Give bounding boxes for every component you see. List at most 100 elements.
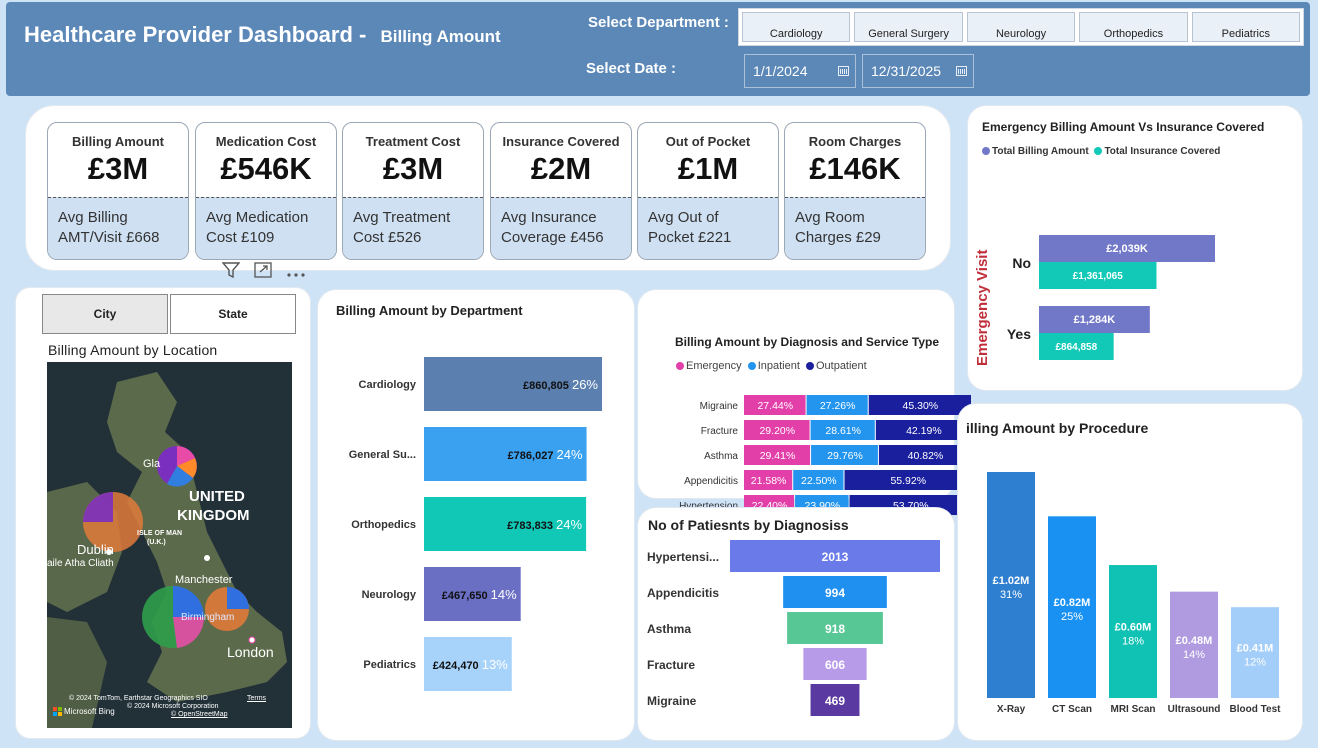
department-bar-chart: Cardiology £860,805 26% General Su... £786,… <box>349 357 602 691</box>
emergency-data-label: £1,361,065 <box>1073 271 1123 282</box>
service-segment-label: 28.61% <box>825 425 861 437</box>
procedure-category-label: Ultrasound <box>1168 704 1221 715</box>
calendar-icon[interactable] <box>956 66 967 76</box>
kpi-value: £1M <box>677 151 739 186</box>
funnel-data-label: 2013 <box>822 550 849 564</box>
map-label-dublin: Dublin <box>77 542 114 557</box>
filter-icon[interactable] <box>221 262 241 283</box>
page-title-main: Healthcare Provider Dashboard - <box>24 22 367 47</box>
calendar-icon[interactable] <box>838 66 849 76</box>
select-department-label: Select Department : <box>588 14 729 31</box>
emergency-category-label: No <box>1012 255 1031 271</box>
kpi-average: Avg Room Charges £29 <box>785 197 925 259</box>
dashboard-header: Healthcare Provider Dashboard - Billing … <box>6 2 1310 96</box>
department-category-label: Pediatrics <box>363 659 416 671</box>
map-label-isle: (U.K.) <box>147 539 166 546</box>
location-tabs: City State <box>42 294 296 334</box>
map-label-uk: KINGDOM <box>177 507 250 524</box>
kpi-out-of-pocket: Out of Pocket £1M Avg Out of Pocket £221 <box>637 122 779 260</box>
map-label-birmingham: Birmingham <box>181 612 235 623</box>
diagnosis-service-legend: Emergency Inpatient Outpatient <box>676 360 867 372</box>
kpi-panel: Billing Amount £3M Avg Billing AMT/Visit… <box>26 106 950 270</box>
department-data-label: £786,027 24% <box>508 447 583 462</box>
emergency-category-label: Yes <box>1007 326 1031 342</box>
department-category-label: General Su... <box>349 449 416 461</box>
diagnosis-category-label: Migraine <box>700 401 739 412</box>
funnel-category-label: Hypertensi... <box>647 550 719 564</box>
diagnosis-category-label: Fracture <box>701 426 739 437</box>
location-map[interactable]: Gla UNITED KINGDOM ISLE OF MAN (U.K.) Du… <box>47 362 292 728</box>
kpi-insurance-covered: Insurance Covered £2M Avg Insurance Cove… <box>490 122 632 260</box>
kpi-title: Medication Cost <box>215 134 317 149</box>
map-label-isle: ISLE OF MAN <box>137 530 183 537</box>
dept-button-neurology[interactable]: Neurology <box>966 12 1076 42</box>
more-options-icon[interactable] <box>286 263 306 283</box>
dept-button-pediatrics[interactable]: Pediatrics <box>1191 12 1301 42</box>
dept-button-orthopedics[interactable]: Orthopedics <box>1079 12 1188 42</box>
patients-diagnosis-card: No of Patiesnts by Diagnosiss Hypertensi… <box>638 508 954 740</box>
kpi-title: Treatment Cost <box>365 134 461 149</box>
kpi-title: Billing Amount <box>72 134 164 149</box>
map-copyright: © 2024 Microsoft Corporation <box>127 703 219 710</box>
service-segment-label: 27.26% <box>820 400 856 412</box>
emergency-data-label: £864,858 <box>1055 342 1097 353</box>
tab-state[interactable]: State <box>170 294 296 334</box>
funnel-category-label: Appendicitis <box>647 586 719 600</box>
funnel-category-label: Asthma <box>647 622 691 636</box>
service-segment-label: 27.44% <box>757 400 793 412</box>
kpi-billing-amount: Billing Amount £3M Avg Billing AMT/Visit… <box>47 122 189 260</box>
page-title: Healthcare Provider Dashboard - Billing … <box>24 22 501 48</box>
procedure-category-label: MRI Scan <box>1110 704 1155 715</box>
tab-city[interactable]: City <box>42 294 168 334</box>
start-date-input[interactable]: 1/1/2024 <box>744 54 856 88</box>
kpi-title: Insurance Covered <box>502 134 620 149</box>
dept-button-general-surgery[interactable]: General Surgery <box>854 12 963 42</box>
service-segment-label: 29.76% <box>827 450 863 462</box>
map-copyright: © 2024 TomTom, Earthstar Geographics SIO <box>69 695 208 702</box>
procedure-data-label: £0.41M <box>1237 643 1274 655</box>
legend-outpatient: Outpatient <box>815 360 867 372</box>
funnel-data-label: 918 <box>825 622 845 636</box>
map-label-baile: aile Atha Cliath <box>47 558 114 569</box>
focus-mode-icon[interactable] <box>254 262 272 283</box>
dept-button-cardiology[interactable]: Cardiology <box>742 12 851 42</box>
kpi-value: £3M <box>87 151 149 186</box>
legend-emergency: Emergency <box>686 360 742 372</box>
map-label-uk: UNITED <box>189 488 245 505</box>
map-terms-link[interactable]: Terms <box>247 695 266 702</box>
kpi-value: £546K <box>220 151 312 186</box>
funnel-category-label: Migraine <box>647 694 697 708</box>
kpi-title: Out of Pocket <box>665 134 751 149</box>
department-data-label: £860,805 26% <box>523 377 598 392</box>
procedure-category-label: Blood Test <box>1230 704 1282 715</box>
funnel-data-label: 606 <box>825 658 845 672</box>
procedure-category-label: X-Ray <box>997 704 1026 715</box>
map-osm-link[interactable]: © OpenStreetMap <box>171 711 228 718</box>
procedure-percent-label: 12% <box>1244 657 1266 669</box>
emergency-billing-card: Emergency Billing Amount Vs Insurance Co… <box>968 106 1302 390</box>
kpi-average: Avg Billing AMT/Visit £668 <box>48 197 188 259</box>
service-segment-label: 40.82% <box>908 450 944 462</box>
service-segment-label: 29.20% <box>759 425 795 437</box>
end-date-input[interactable]: 12/31/2025 <box>862 54 974 88</box>
kpi-value: £3M <box>382 151 444 186</box>
map-label-manchester: Manchester <box>175 574 233 586</box>
department-slicer: Cardiology General Surgery Neurology Ort… <box>738 8 1304 46</box>
service-segment-label: 21.58% <box>751 475 787 487</box>
kpi-treatment-cost: Treatment Cost £3M Avg Treatment Cost £5… <box>342 122 484 260</box>
department-data-label: £467,650 14% <box>442 587 517 602</box>
department-category-label: Orthopedics <box>351 519 416 531</box>
emergency-data-label: £1,284K <box>1074 314 1116 326</box>
procedure-bar-chart: £1.02M 31% X-Ray £0.82M 25% CT Scan £0.60M 18% M… <box>987 472 1282 715</box>
procedure-percent-label: 14% <box>1183 649 1205 661</box>
diagnosis-category-label: Appendicitis <box>684 476 738 487</box>
start-date-value: 1/1/2024 <box>753 63 808 79</box>
kpi-title: Room Charges <box>808 134 902 149</box>
department-category-label: Cardiology <box>359 379 417 391</box>
funnel-data-label: 469 <box>825 694 845 708</box>
location-panel: City State Billing Amount by Location Gl… <box>16 288 310 738</box>
procedure-percent-label: 25% <box>1061 611 1083 623</box>
procedure-category-label: CT Scan <box>1052 704 1092 715</box>
service-segment-label: 45.30% <box>903 400 939 412</box>
kpi-value: £2M <box>530 151 592 186</box>
